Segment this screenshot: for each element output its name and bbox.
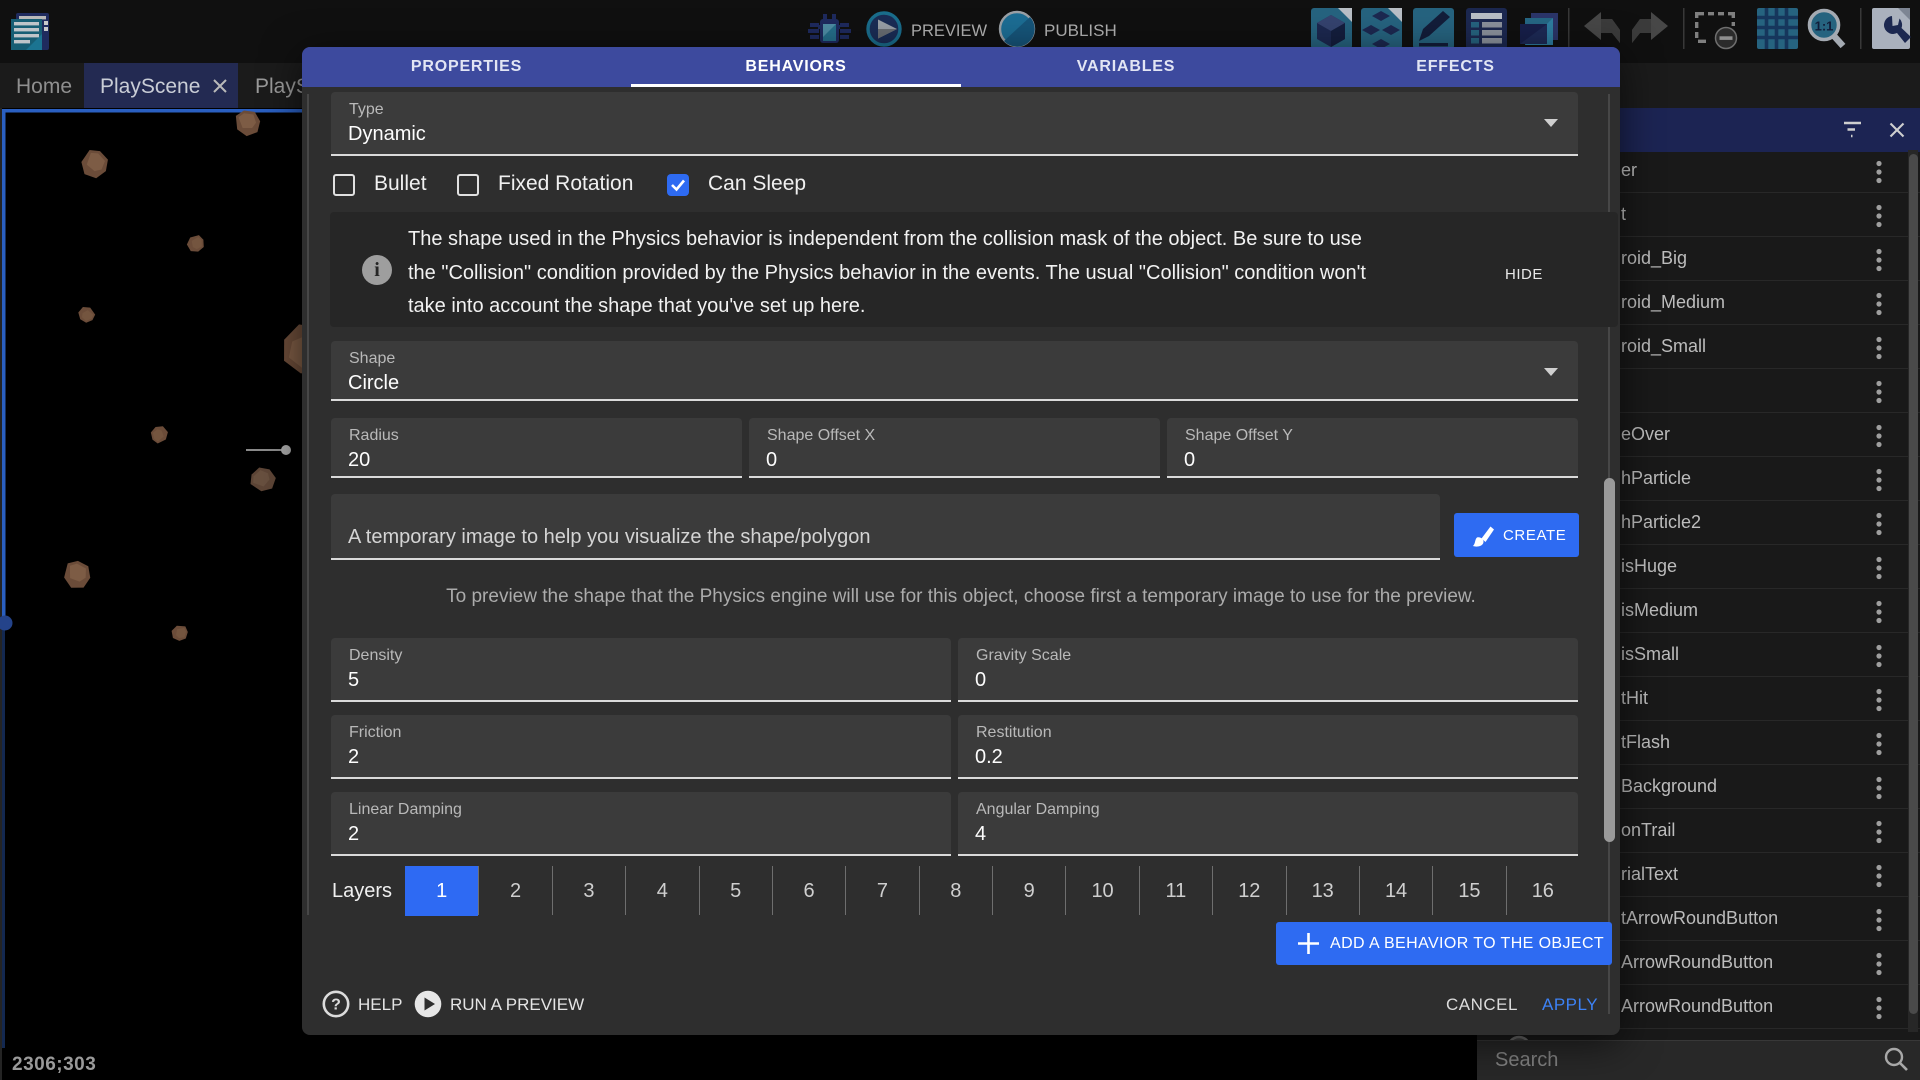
svg-text:?: ? [331, 997, 341, 1014]
svg-text:1:1: 1:1 [1815, 19, 1834, 34]
svg-text:PUBLISH: PUBLISH [1044, 21, 1117, 40]
svg-text:PREVIEW: PREVIEW [911, 22, 988, 40]
